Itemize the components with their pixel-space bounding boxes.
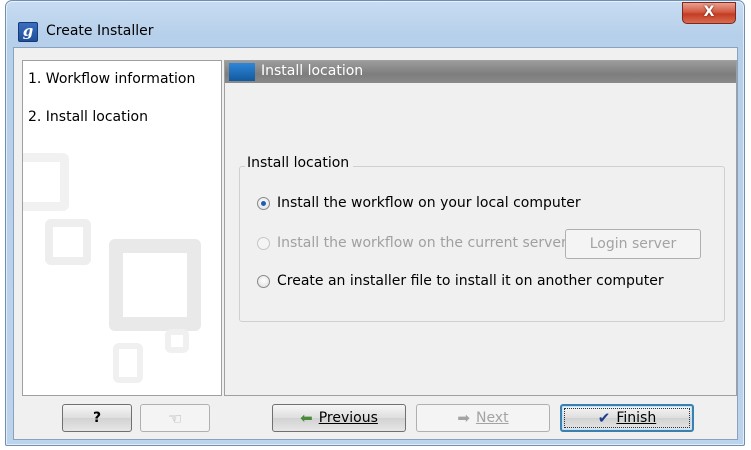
undo-hand-icon: ☜ (167, 408, 183, 428)
help-button[interactable]: ? (62, 404, 132, 432)
page-title: Install location (261, 63, 364, 79)
watermark-square-icon (45, 219, 91, 265)
watermark-square-icon (109, 239, 201, 331)
group-title: Install location (245, 155, 354, 171)
install-location-page: Install location Install location Instal… (224, 60, 737, 396)
close-button[interactable]: X (682, 2, 736, 24)
watermark-square-icon (113, 343, 143, 383)
reset-button: ☜ (140, 404, 210, 432)
option-local-computer[interactable]: Install the workflow on your local compu… (257, 195, 581, 211)
checkmark-icon: ✔ (597, 409, 611, 427)
arrow-right-icon: ➡ (457, 409, 470, 427)
previous-label: Previous (318, 410, 378, 426)
radio-unchecked-icon[interactable] (257, 274, 270, 288)
watermark-square-icon (23, 153, 69, 211)
option-current-server: Install the workflow on the current serv… (257, 235, 567, 251)
radio-checked-icon[interactable] (257, 196, 270, 210)
header-accent-icon (229, 63, 255, 81)
create-installer-window: g Create Installer X 1. Workflow informa… (5, 0, 745, 446)
finish-button[interactable]: ✔ Finish (560, 404, 694, 432)
previous-button[interactable]: ⬅ Previous (272, 404, 406, 432)
wizard-steps-panel: 1. Workflow information 2. Install locat… (22, 60, 222, 396)
page-header: Install location (225, 61, 736, 83)
radio-disabled-icon (257, 236, 270, 250)
watermark-square-icon (165, 329, 189, 353)
next-button: ➡ Next (416, 404, 550, 432)
title-bar[interactable]: g Create Installer X (6, 1, 744, 47)
next-label: Next (475, 410, 509, 426)
finish-label: Finish (616, 410, 657, 426)
dialog-body: 1. Workflow information 2. Install locat… (13, 47, 738, 440)
step-workflow-information[interactable]: 1. Workflow information (28, 71, 195, 87)
option-label: Install the workflow on your local compu… (277, 195, 581, 211)
step-install-location[interactable]: 2. Install location (28, 109, 148, 125)
app-logo-icon: g (18, 22, 38, 42)
arrow-left-icon: ⬅ (300, 409, 313, 427)
option-label: Install the workflow on the current serv… (277, 235, 567, 251)
login-server-button: Login server (565, 229, 701, 259)
option-installer-file[interactable]: Create an installer file to install it o… (257, 273, 664, 289)
option-label: Create an installer file to install it o… (277, 273, 664, 289)
window-title: Create Installer (46, 23, 154, 39)
